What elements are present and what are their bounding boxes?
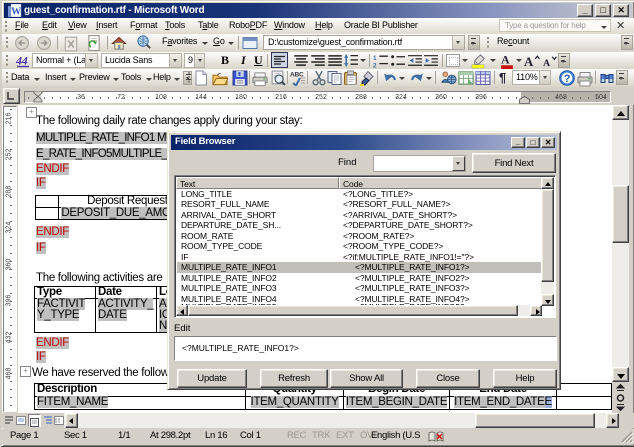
svg-text:W: W <box>11 7 21 18</box>
svg-text:A: A <box>524 55 534 69</box>
svg-text:2: 2 <box>373 62 377 69</box>
svg-text:?: ? <box>564 73 570 85</box>
svg-text:A: A <box>501 54 510 67</box>
svg-text:A: A <box>543 58 550 69</box>
svg-text:1: 1 <box>373 55 377 62</box>
svg-text:44: 44 <box>16 54 28 68</box>
svg-text:ABC: ABC <box>290 72 304 79</box>
